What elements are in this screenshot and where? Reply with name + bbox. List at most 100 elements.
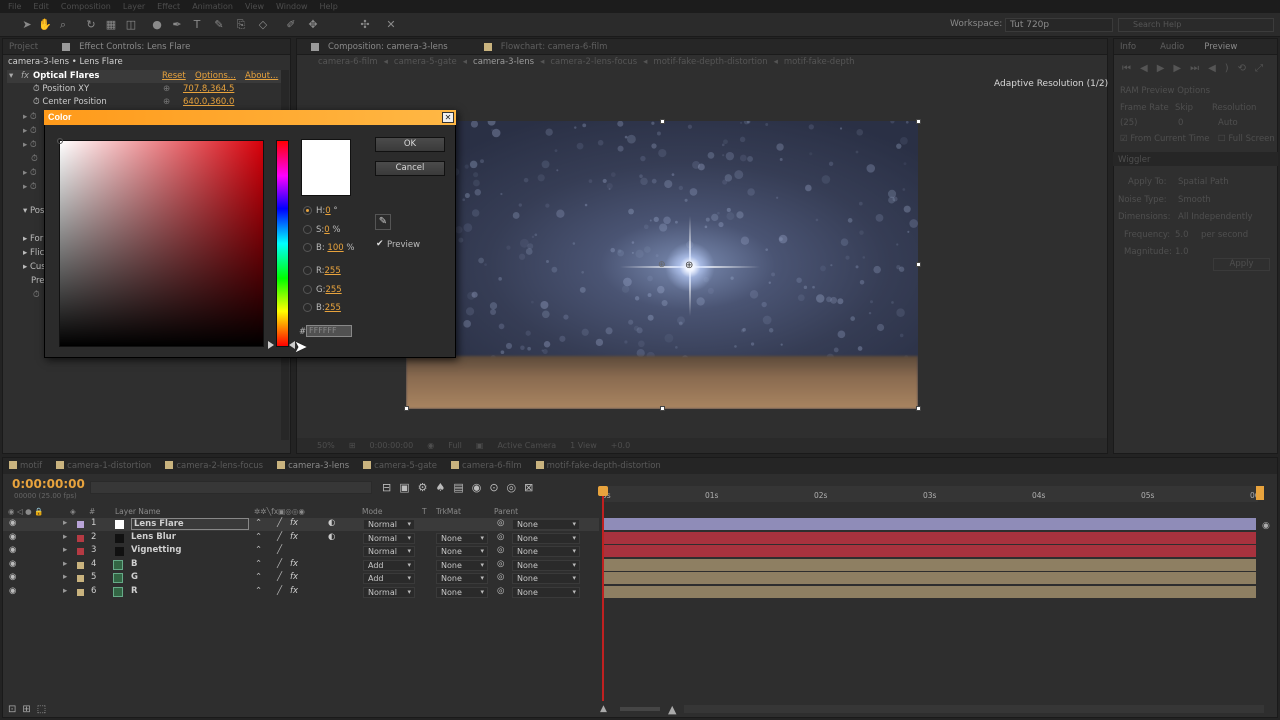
tab-project[interactable]: Project: [9, 42, 38, 52]
ok-button[interactable]: OK: [375, 137, 445, 152]
quality-switch-icon[interactable]: ╱: [277, 586, 282, 596]
breadcrumb-item[interactable]: camera-2-lens-focus: [550, 57, 637, 67]
mode-select[interactable]: Add: [363, 559, 415, 571]
pickwhip-icon[interactable]: ◎: [497, 572, 504, 582]
eyedropper-icon[interactable]: ✎: [375, 214, 391, 230]
tab-info[interactable]: Info: [1120, 42, 1136, 52]
transform-handle[interactable]: [660, 406, 665, 411]
pos-group-row[interactable]: ▾ Pos: [23, 205, 44, 218]
tab-audio[interactable]: Audio: [1160, 42, 1184, 52]
trkmat-select[interactable]: None: [436, 532, 488, 544]
eye-icon[interactable]: ◉: [9, 559, 16, 569]
playhead-handle[interactable]: [598, 486, 608, 496]
blue-radio[interactable]: [303, 303, 312, 312]
quality-switch-icon[interactable]: ╱: [277, 545, 282, 555]
options-link[interactable]: Options...: [195, 70, 236, 83]
g-value[interactable]: 255: [325, 285, 341, 295]
zoom-in-icon[interactable]: ▲: [668, 703, 676, 716]
brush-tool-icon[interactable]: ✎: [212, 18, 226, 32]
quality-switch-icon[interactable]: ╱: [277, 572, 282, 582]
b-radio[interactable]: [303, 243, 312, 252]
shy-switch-icon[interactable]: ⌃: [255, 586, 262, 596]
expand-triangle-icon[interactable]: ▸: [63, 532, 67, 542]
pickwhip-icon[interactable]: ◎: [497, 586, 504, 596]
layer-duration-bar[interactable]: [604, 531, 1256, 544]
stopwatch-icon[interactable]: ⏱: [33, 84, 40, 94]
expand-triangle-icon[interactable]: ▾: [9, 70, 13, 83]
center-position-value[interactable]: 640.0,360.0: [183, 96, 234, 109]
grid-icon[interactable]: ⊞: [349, 438, 356, 453]
layer-label-color[interactable]: [77, 589, 84, 596]
mode-select[interactable]: Normal: [363, 546, 415, 558]
tab-composition[interactable]: Composition: camera-3-lens: [328, 42, 448, 52]
menu-item[interactable]: Composition: [61, 2, 111, 11]
preview-checkbox[interactable]: ✔: [376, 239, 384, 249]
parent-select[interactable]: None: [512, 546, 580, 558]
transform-handle[interactable]: [404, 406, 409, 411]
anchor-crosshair-icon[interactable]: ⊕: [658, 260, 666, 270]
cus-group-row[interactable]: ▸ Cus: [23, 261, 46, 274]
layer-row[interactable]: ◉ ▸ 3 Vignetting ⌃ ╱ Normal None ◎ None: [3, 545, 599, 558]
breadcrumb-item[interactable]: camera-3-lens: [473, 57, 534, 67]
shy-switch-icon[interactable]: ⌃: [255, 532, 262, 542]
for-group-row[interactable]: ▸ For: [23, 233, 43, 246]
horizontal-scrollbar[interactable]: [684, 705, 1264, 713]
mode-select[interactable]: Normal: [363, 519, 415, 530]
hue-slider[interactable]: [276, 140, 289, 347]
color-field[interactable]: [59, 140, 264, 347]
fx-switch-icon[interactable]: fx: [290, 559, 298, 569]
work-area-end[interactable]: [1256, 486, 1264, 500]
parent-select[interactable]: None: [512, 587, 580, 598]
stopwatch-icon[interactable]: ⏱: [33, 289, 40, 302]
s-radio[interactable]: [303, 225, 312, 234]
layer-label-color[interactable]: [77, 561, 84, 569]
layer-duration-bar[interactable]: [604, 518, 1256, 530]
timeline-tab[interactable]: camera-3-lens: [277, 461, 349, 471]
expand-triangle-icon[interactable]: ▸: [63, 572, 67, 582]
timeline-bottom-icons[interactable]: ⊡⊞⬚: [8, 704, 52, 715]
eye-icon[interactable]: ◉: [9, 545, 16, 555]
crosshair-icon[interactable]: ⊕: [163, 96, 170, 109]
position-xy-value[interactable]: 707.8,364.5: [183, 83, 234, 96]
camera-select[interactable]: Active Camera: [497, 438, 556, 453]
pen-tool-icon[interactable]: ✒: [170, 18, 184, 32]
trkmat-select[interactable]: None: [436, 573, 488, 585]
layer-duration-bar[interactable]: [604, 558, 1256, 571]
flic-group-row[interactable]: ▸ Flic: [23, 247, 44, 260]
zoom-select[interactable]: 50%: [317, 438, 335, 453]
keyframe-nav-icon[interactable]: ◉: [1262, 521, 1270, 531]
trkmat-select[interactable]: None: [436, 546, 488, 558]
s-value[interactable]: 0: [324, 225, 329, 235]
h-value[interactable]: 0: [325, 206, 330, 216]
axis-mode-icon[interactable]: ✣: [358, 18, 372, 32]
layer-duration-bar[interactable]: [604, 572, 1256, 585]
composition-viewer[interactable]: ⊕ ⊕: [406, 121, 918, 409]
playhead-line[interactable]: [602, 487, 604, 701]
transform-handle[interactable]: [660, 119, 665, 124]
region-icon[interactable]: ▣: [476, 438, 484, 453]
fx-switch-icon[interactable]: fx: [290, 586, 298, 596]
reset-link[interactable]: Reset: [162, 70, 186, 83]
mode-select[interactable]: Add: [363, 573, 415, 585]
shape-tool-icon[interactable]: ●: [150, 18, 164, 32]
cancel-button[interactable]: Cancel: [375, 161, 445, 176]
timeline-tab[interactable]: camera-2-lens-focus: [165, 461, 263, 471]
menu-item[interactable]: Animation: [192, 2, 233, 11]
expand-triangle-icon[interactable]: ▸: [63, 559, 67, 569]
shy-switch-icon[interactable]: ⌃: [255, 545, 262, 555]
expand-triangle-icon[interactable]: ▸: [63, 586, 67, 596]
layer-row[interactable]: ◉ ▸ 4 B ⌃ ╱ fx Add None ◎ None: [3, 559, 599, 572]
parent-select[interactable]: None: [512, 559, 580, 571]
parent-select[interactable]: None: [512, 573, 580, 585]
quality-switch-icon[interactable]: ╱: [277, 559, 282, 569]
collapsed-property-arrow[interactable]: ⏱: [23, 153, 38, 166]
roto-tool-icon[interactable]: ✐: [284, 18, 298, 32]
skip-select[interactable]: 0: [1178, 118, 1183, 128]
eye-icon[interactable]: ◉: [9, 532, 16, 542]
breadcrumb-item[interactable]: camera-5-gate: [394, 57, 457, 67]
tab-effect-controls[interactable]: Effect Controls: Lens Flare: [79, 42, 190, 52]
crosshair-icon[interactable]: ⊕: [163, 83, 170, 96]
workspace-select[interactable]: Tut 720p: [1005, 18, 1113, 32]
tab-flowchart[interactable]: Flowchart: camera-6-film: [501, 42, 608, 52]
snap-icon[interactable]: ✕: [384, 18, 398, 32]
